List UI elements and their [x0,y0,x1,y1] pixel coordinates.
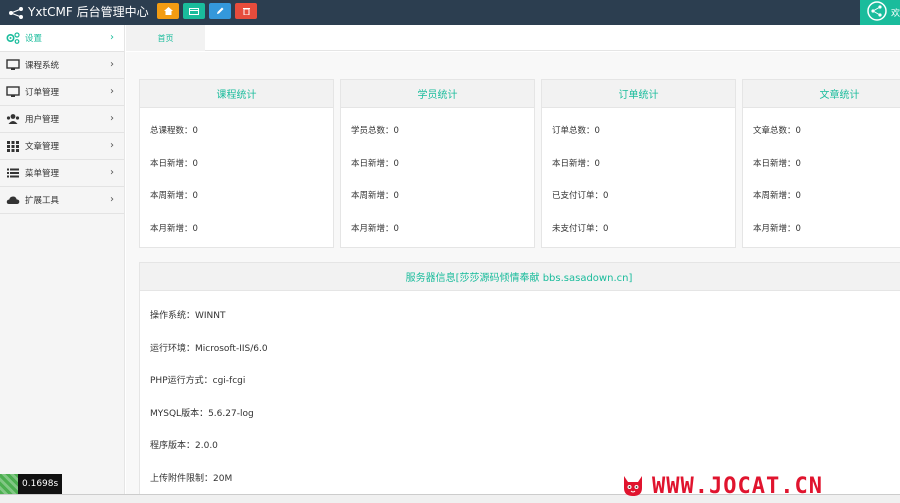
course-stats-card: 课程统计 总课程数：0 本日新增：0 本周新增：0 本月新增：0 [139,79,334,248]
stat-row: 本周新增：0 [150,191,198,201]
chevron-right-icon: › [110,59,114,70]
trace-logo-icon [0,474,18,494]
article-stats-card: 文章统计 文章总数：0 本日新增：0 本周新增：0 本月新增：0 [742,79,900,248]
student-stats-card: 学员统计 学员总数：0 本日新增：0 本周新增：0 本月新增：0 [340,79,535,248]
sidebar: 设置 › 课程系统 › 订单管理 › 用户管理 › 文章管理 › 菜单管理 › … [0,25,125,503]
chevron-right-icon: › [110,86,114,97]
users-icon [6,113,20,125]
sidebar-item-extensions[interactable]: 扩展工具 › [0,187,124,214]
app-title: YxtCMF 后台管理中心 [28,5,149,19]
stat-row: 总课程数：0 [150,126,198,136]
server-info-row: MYSQL版本：5.6.27-log [150,409,254,419]
edit-button[interactable] [209,3,231,19]
stat-row: 本日新增：0 [753,159,801,169]
home-icon [163,7,173,15]
server-info-row: 上传附件限制：20M [150,474,233,484]
stat-row: 已支付订单：0 [552,191,609,201]
share-icon [8,6,24,19]
user-menu[interactable]: 欢 [860,0,900,25]
sidebar-item-users[interactable]: 用户管理 › [0,106,124,133]
stat-row: 本月新增：0 [150,224,198,234]
gears-icon [6,32,20,44]
sidebar-item-settings[interactable]: 设置 › [0,25,124,52]
cat-logo-icon [620,472,646,500]
watermark-text: WWW.JOCAT.CN [652,473,823,499]
sidebar-item-orders[interactable]: 订单管理 › [0,79,124,106]
monitor-icon [6,59,20,71]
chevron-right-icon: › [110,113,114,124]
list-icon [6,167,20,179]
chevron-right-icon: › [110,194,114,205]
watermark: WWW.JOCAT.CN [620,470,823,502]
server-info-row: 运行环境：Microsoft-IIS/6.0 [150,344,268,354]
page-trace-timer[interactable]: 0.1698s [0,474,63,494]
sidebar-item-label: 用户管理 [25,115,60,125]
server-info-panel: 服务器信息[莎莎源码倾情奉献 bbs.sasadown.cn] 操作系统：WIN… [139,262,900,503]
card-title: 文章统计 [743,80,900,108]
card-title: 学员统计 [341,80,534,108]
stat-row: 文章总数：0 [753,126,801,136]
card-title: 订单统计 [542,80,735,108]
card-button[interactable] [183,3,205,19]
grid-icon [6,140,20,152]
sidebar-item-label: 课程系统 [25,61,60,71]
cloud-icon [6,194,20,206]
stat-row: 本周新增：0 [753,191,801,201]
stat-row: 未支付订单：0 [552,224,609,234]
home-button[interactable] [157,3,179,19]
card-icon [189,7,199,15]
brand[interactable]: YxtCMF 后台管理中心 [8,0,149,25]
sidebar-item-label: 扩展工具 [25,196,60,206]
tab-bar: 首页 [126,25,900,51]
sidebar-item-menus[interactable]: 菜单管理 › [0,160,124,187]
chevron-right-icon: › [110,167,114,178]
chevron-right-icon: › [110,32,114,43]
sidebar-item-courses[interactable]: 课程系统 › [0,52,124,79]
stat-row: 本月新增：0 [753,224,801,234]
server-info-row: 程序版本：2.0.0 [150,441,218,451]
trace-time: 0.1698s [18,474,63,494]
stat-row: 学员总数：0 [351,126,399,136]
panel-title: 服务器信息[莎莎源码倾情奉献 bbs.sasadown.cn] [140,263,900,291]
stat-row: 本日新增：0 [351,159,399,169]
trash-icon [242,7,250,15]
tab-home[interactable]: 首页 [126,25,205,51]
order-stats-card: 订单统计 订单总数：0 本日新增：0 已支付订单：0 未支付订单：0 [541,79,736,248]
main-content: 课程统计 总课程数：0 本日新增：0 本周新增：0 本月新增：0 学员统计 学员… [126,52,900,503]
monitor-icon [6,86,20,98]
stat-row: 本日新增：0 [552,159,600,169]
sidebar-item-label: 设置 [25,34,43,44]
pencil-icon [216,7,224,15]
stat-row: 订单总数：0 [552,126,600,136]
user-greeting: 欢 [891,9,900,19]
sidebar-item-articles[interactable]: 文章管理 › [0,133,124,160]
server-info-row: 操作系统：WINNT [150,311,226,321]
server-info-row: PHP运行方式：cgi-fcgi [150,376,246,386]
stat-row: 本日新增：0 [150,159,198,169]
card-title: 课程统计 [140,80,333,108]
delete-button[interactable] [235,3,257,19]
sidebar-item-label: 文章管理 [25,142,60,152]
chevron-right-icon: › [110,140,114,151]
top-bar: YxtCMF 后台管理中心 欢 [0,0,900,25]
stat-row: 本周新增：0 [351,191,399,201]
stat-row: 本月新增：0 [351,224,399,234]
network-icon [866,0,888,25]
sidebar-item-label: 订单管理 [25,88,60,98]
sidebar-item-label: 菜单管理 [25,169,60,179]
